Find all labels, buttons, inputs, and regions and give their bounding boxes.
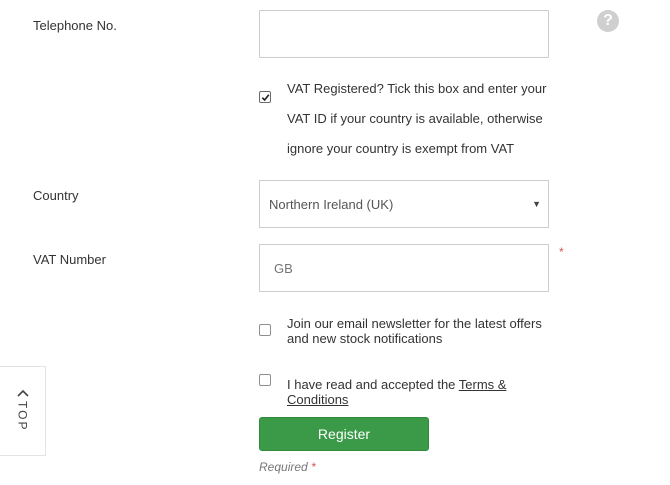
checkmark-icon bbox=[261, 93, 269, 101]
newsletter-line-1: Join our email newsletter for the latest… bbox=[287, 316, 542, 331]
country-label: Country bbox=[33, 188, 79, 203]
register-button[interactable]: Register bbox=[259, 417, 429, 451]
terms-text: I have read and accepted the Terms & Con… bbox=[287, 377, 567, 407]
question-mark-glyph: ? bbox=[603, 12, 613, 29]
vat-registered-line-1: VAT Registered? Tick this box and enter … bbox=[287, 81, 547, 96]
help-icon[interactable]: ? bbox=[597, 10, 619, 32]
newsletter-line-2: and new stock notifications bbox=[287, 331, 443, 346]
required-note-mark: * bbox=[311, 460, 316, 474]
chevron-down-icon: ▼ bbox=[532, 199, 541, 209]
newsletter-text: Join our email newsletter for the latest… bbox=[287, 316, 567, 346]
back-to-top-tab[interactable]: TOP bbox=[0, 366, 46, 456]
vat-number-required-mark: * bbox=[559, 245, 564, 259]
newsletter-checkbox[interactable] bbox=[259, 324, 271, 336]
vat-registered-line-2: VAT ID if your country is available, oth… bbox=[287, 111, 543, 126]
required-note-label: Required bbox=[259, 460, 308, 474]
vat-registered-text: VAT Registered? Tick this box and enter … bbox=[287, 74, 567, 164]
chevron-up-icon bbox=[16, 389, 29, 397]
country-selected-value: Northern Ireland (UK) bbox=[269, 196, 394, 212]
telephone-label: Telephone No. bbox=[33, 18, 117, 33]
required-note: Required * bbox=[259, 460, 316, 474]
terms-link-line-2[interactable]: Conditions bbox=[287, 392, 348, 407]
terms-link-line-1[interactable]: Terms & bbox=[459, 377, 507, 392]
terms-checkbox[interactable] bbox=[259, 374, 271, 386]
vat-number-label: VAT Number bbox=[33, 252, 106, 267]
vat-registered-checkbox[interactable] bbox=[259, 91, 271, 103]
telephone-input[interactable] bbox=[259, 10, 549, 58]
back-to-top-label: TOP bbox=[15, 401, 30, 432]
vat-registered-line-3: ignore your country is exempt from VAT bbox=[287, 141, 515, 156]
country-select[interactable]: Northern Ireland (UK) ▼ bbox=[259, 180, 549, 228]
terms-prefix: I have read and accepted the bbox=[287, 377, 459, 392]
vat-number-input[interactable] bbox=[259, 244, 549, 292]
